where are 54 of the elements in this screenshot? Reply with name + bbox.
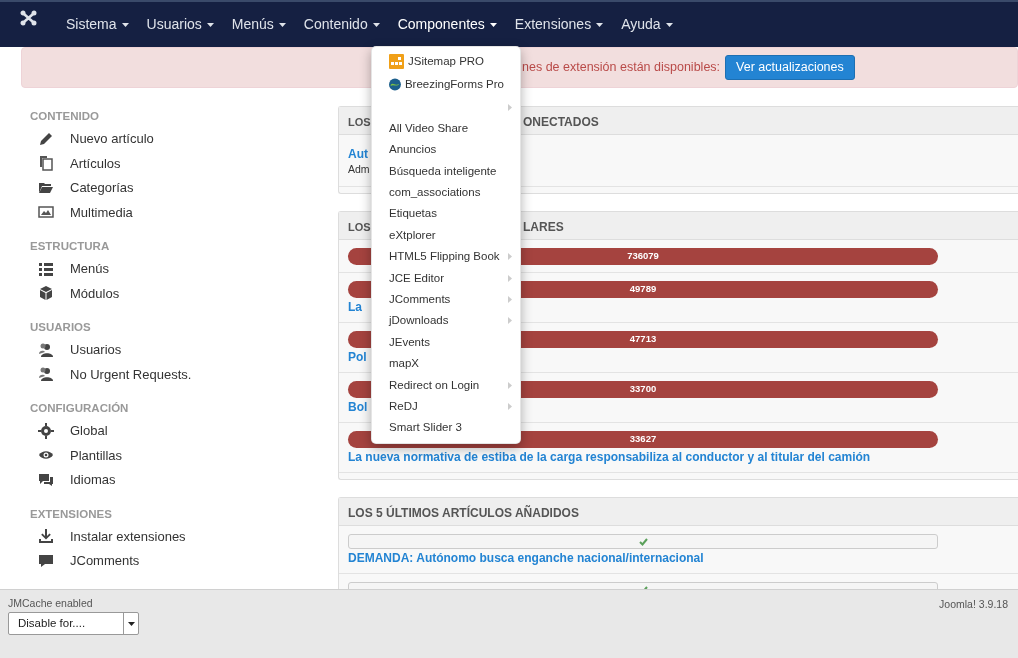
menu-item[interactable]: Etiquetas (372, 203, 520, 225)
panel-title: LOS 5 ÚLTIMOS ARTÍCULOS AÑADIDOS (348, 505, 579, 520)
menu-item[interactable]: HTML5 Flipping Book (372, 246, 520, 268)
panel-title: LOS (348, 220, 371, 233)
section-heading: CONTENIDO (30, 109, 100, 124)
sidebar-link[interactable]: Usuarios (70, 340, 122, 360)
cache-status: JMCache enabled (8, 596, 93, 611)
nav-menu[interactable]: Ayuda (612, 14, 682, 35)
menu-item[interactable]: eXtplorer (372, 224, 520, 247)
section-heading: USUARIOS (30, 320, 92, 335)
sidebar-link[interactable]: Menús (70, 259, 110, 279)
menu-item[interactable]: com_associations (372, 181, 520, 204)
user-role: Adm (348, 163, 370, 176)
nav-menu[interactable]: Menús (222, 14, 295, 35)
panel-title: ONECTADOS (523, 114, 599, 129)
menu-item[interactable]: All Video Share (372, 117, 520, 140)
panel-title: LARES (523, 219, 564, 234)
article-link[interactable]: La nueva normativa de estiba de la carga responsabiliza al conductor y al titular del camión (348, 450, 871, 465)
menu-item[interactable]: jDownloads (372, 310, 520, 332)
update-button[interactable]: Ver actualizaciones (725, 55, 855, 80)
nav-menu[interactable]: Contenido (294, 14, 389, 35)
sidebar-link[interactable]: Plantillas (70, 445, 123, 465)
menu-item[interactable]: Anuncios (372, 139, 520, 161)
section-heading: EXTENSIONES (30, 506, 113, 522)
menu-item[interactable]: ReDJ (372, 395, 520, 418)
sidebar-link[interactable]: Idiomas (70, 470, 116, 490)
panel-title: LOS (348, 115, 371, 128)
alert-message: nes de extensión están disponibles: (522, 59, 721, 77)
version-label: Joomla! 3.9.18 (939, 597, 1008, 612)
menu-item[interactable]: Búsqueda inteligente (372, 160, 520, 182)
sidebar-link[interactable]: Nuevo artículo (70, 129, 154, 149)
sidebar-link[interactable]: Categorías (70, 178, 134, 198)
nav-menu[interactable]: Usuarios (137, 14, 223, 35)
article-link[interactable]: Aut (348, 147, 368, 162)
sidebar-link[interactable]: No Urgent Requests. (70, 364, 192, 384)
article-link[interactable]: Bol (348, 400, 368, 415)
sidebar-link[interactable]: Global (70, 421, 108, 441)
nav-menu[interactable]: Componentes (388, 14, 506, 35)
sidebar-link[interactable]: Instalar extensiones (70, 526, 186, 546)
menu-item[interactable]: BreezingForms Pro (372, 72, 520, 97)
cache-select[interactable]: Disable for.... (8, 612, 139, 635)
article-link[interactable]: Pol (348, 350, 367, 365)
sidebar-link[interactable]: Módulos (70, 283, 120, 303)
article-link[interactable]: La (348, 300, 362, 315)
menu-item[interactable]: JSitemap PRO (372, 51, 520, 73)
sidebar-link[interactable]: Artículos (70, 153, 121, 173)
section-heading: ESTRUCTURA (30, 239, 111, 254)
nav-menu[interactable]: Sistema (57, 14, 138, 35)
sidebar-link[interactable]: JComments (70, 551, 140, 571)
sidebar-link[interactable]: Multimedia (70, 202, 133, 222)
section-heading: CONFIGURACIÓN (30, 401, 130, 416)
article-link[interactable]: DEMANDA: Autónomo busca enganche nacional/internacional (348, 551, 704, 566)
menu-item[interactable]: mapX (372, 353, 520, 375)
nav-menu[interactable]: Extensiones (505, 14, 613, 35)
